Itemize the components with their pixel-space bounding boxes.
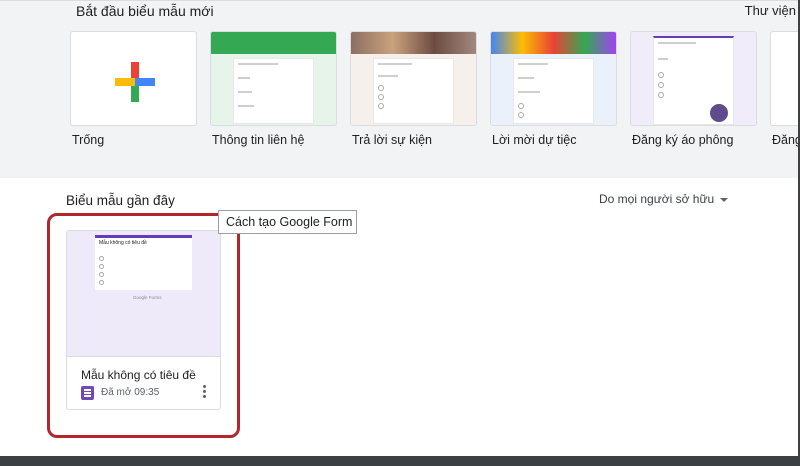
template-preview [653,36,734,125]
template-gallery: Bắt đầu biểu mẫu mới Thư viện Trống Thôn… [0,0,800,178]
template-label: Đăng [772,133,800,147]
template-label: Trống [72,133,105,147]
template-preview [513,58,594,124]
template-label: Trả lời sự kiện [352,133,433,147]
owner-filter-dropdown[interactable]: Do mọi người sở hữu [599,192,729,206]
owner-filter-label: Do mọi người sở hữu [599,192,715,206]
caret-down-icon [720,197,729,202]
template-blank[interactable] [70,31,197,126]
plus-icon [115,62,155,102]
screen-edge-bottom [0,456,800,466]
template-label: Thông tin liên hệ [212,133,305,147]
template-banner [211,32,336,54]
template-banner [351,32,476,54]
template-gallery-link[interactable]: Thư viện [745,3,796,18]
template-label: Lời mời dự tiệc [492,133,577,147]
template-event-rsvp[interactable] [350,31,477,126]
template-contact-info[interactable] [210,31,337,126]
recent-forms-title: Biểu mẫu gần đây [66,193,175,208]
template-banner [491,32,616,54]
template-preview [373,58,454,124]
templates-title: Bắt đầu biểu mẫu mới [76,3,214,19]
template-partial[interactable] [770,31,800,126]
template-preview [233,58,314,124]
template-label: Đăng ký áo phông [632,133,734,147]
tooltip: Cách tạo Google Form [218,210,357,234]
annotation-highlight-box [47,213,240,438]
template-party-invite[interactable] [490,31,617,126]
template-tshirt-signup[interactable] [630,31,757,126]
